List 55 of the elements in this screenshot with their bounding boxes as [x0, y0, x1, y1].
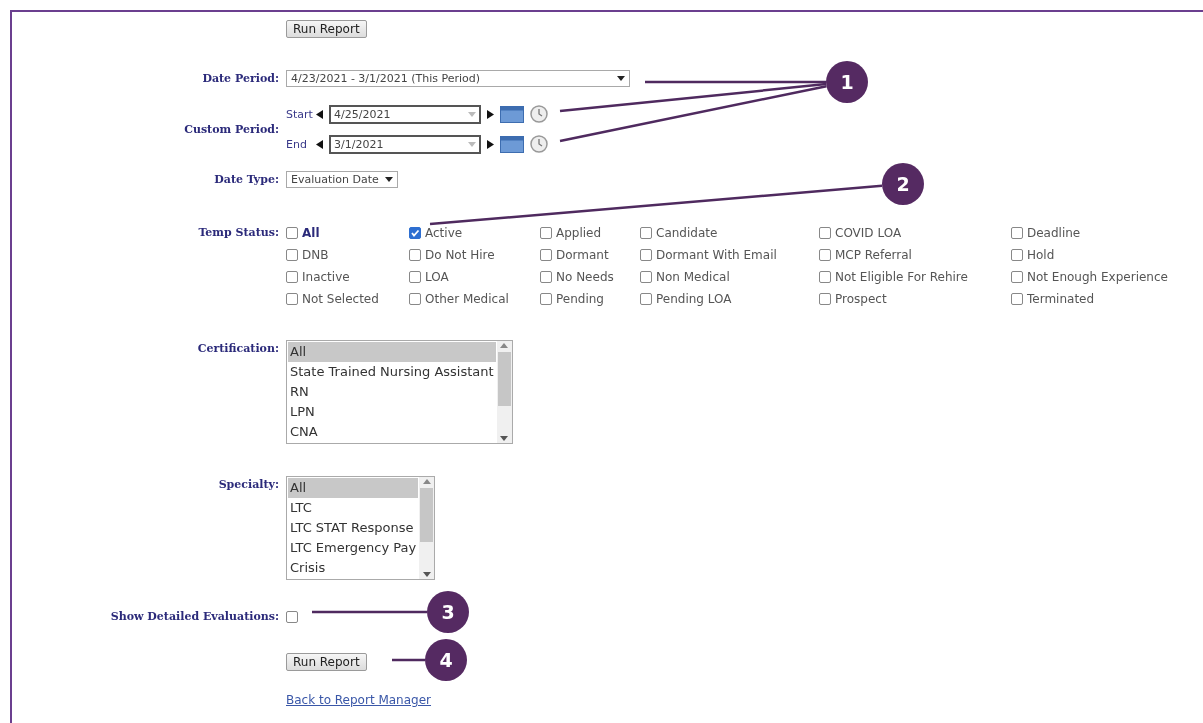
- checkbox-label: No Needs: [556, 270, 614, 284]
- checkbox-label: Not Selected: [302, 292, 379, 306]
- date-type-dropdown[interactable]: Evaluation Date: [286, 171, 398, 188]
- checkbox-label: All: [302, 226, 320, 240]
- callout-badge: 1: [826, 61, 868, 103]
- checkbox-label: LOA: [425, 270, 449, 284]
- date-period-dropdown[interactable]: 4/23/2021 - 3/1/2021 (This Period): [286, 70, 630, 87]
- checkbox-label: Prospect: [835, 292, 887, 306]
- list-option[interactable]: State Trained Nursing Assistant: [288, 362, 496, 382]
- checkbox-label: Deadline: [1027, 226, 1081, 240]
- callout-badge: 3: [427, 591, 469, 633]
- checkbox-label: COVID LOA: [835, 226, 902, 240]
- callout-badge: 4: [425, 639, 467, 681]
- list-option[interactable]: LTC STAT Response: [288, 518, 419, 538]
- list-option[interactable]: LPN: [288, 402, 496, 422]
- field-label: Date Type:: [213, 173, 279, 186]
- checkbox-label: Non Medical: [656, 270, 730, 284]
- list-option[interactable]: RN: [288, 382, 496, 402]
- back-link[interactable]: Back to Report Manager: [286, 693, 431, 707]
- list-option[interactable]: Crisis: [288, 558, 419, 578]
- checkbox-label: Pending: [556, 292, 604, 306]
- checkbox-label: Candidate: [656, 226, 718, 240]
- list-option[interactable]: LTC Emergency Pay: [288, 538, 419, 558]
- date-field[interactable]: 4/25/2021: [329, 104, 481, 124]
- checkbox-label: Not Eligible For Rehire: [835, 270, 968, 284]
- callout-badge: 2: [882, 163, 924, 205]
- checkbox-label: Dormant With Email: [656, 248, 777, 262]
- checkbox-label: Hold: [1027, 248, 1055, 262]
- list-option[interactable]: LTC: [288, 498, 419, 518]
- checkbox-label: Dormant: [556, 248, 609, 262]
- list-option[interactable]: CNA: [288, 422, 496, 442]
- field-label: Certification:: [196, 342, 279, 355]
- run-report-button[interactable]: Run Report: [286, 20, 367, 38]
- checkbox-label: MCP Referral: [835, 248, 912, 262]
- checkbox-label: Inactive: [302, 270, 350, 284]
- checkbox-label: Terminated: [1027, 292, 1095, 306]
- list-option[interactable]: All: [288, 342, 496, 362]
- certification-listbox[interactable]: All State Trained Nursing Assistant RN LPN CNA: [286, 340, 513, 444]
- date-field[interactable]: 3/1/2021: [329, 134, 481, 154]
- checkbox-label: Other Medical: [425, 292, 509, 306]
- field-label: Temp Status:: [197, 226, 279, 239]
- field-label: Date Period:: [201, 72, 279, 85]
- run-report-button[interactable]: Run Report: [286, 653, 367, 671]
- list-option[interactable]: All: [288, 478, 419, 498]
- checkbox-label: Do Not Hire: [425, 248, 495, 262]
- checkbox-label: DNB: [302, 248, 329, 262]
- checkbox-label: Not Enough Experience: [1027, 270, 1168, 284]
- field-label: Specialty:: [217, 478, 279, 491]
- field-label: End: [286, 137, 308, 151]
- checkbox-label: Applied: [556, 226, 602, 240]
- field-label: Show Detailed Evaluations:: [109, 610, 279, 623]
- checkbox-label: Active: [425, 226, 463, 240]
- specialty-listbox[interactable]: All LTC LTC STAT Response LTC Emergency Pay Crisis: [286, 476, 436, 580]
- checkbox-label: Pending LOA: [656, 292, 732, 306]
- field-label: Custom Period:: [183, 122, 279, 136]
